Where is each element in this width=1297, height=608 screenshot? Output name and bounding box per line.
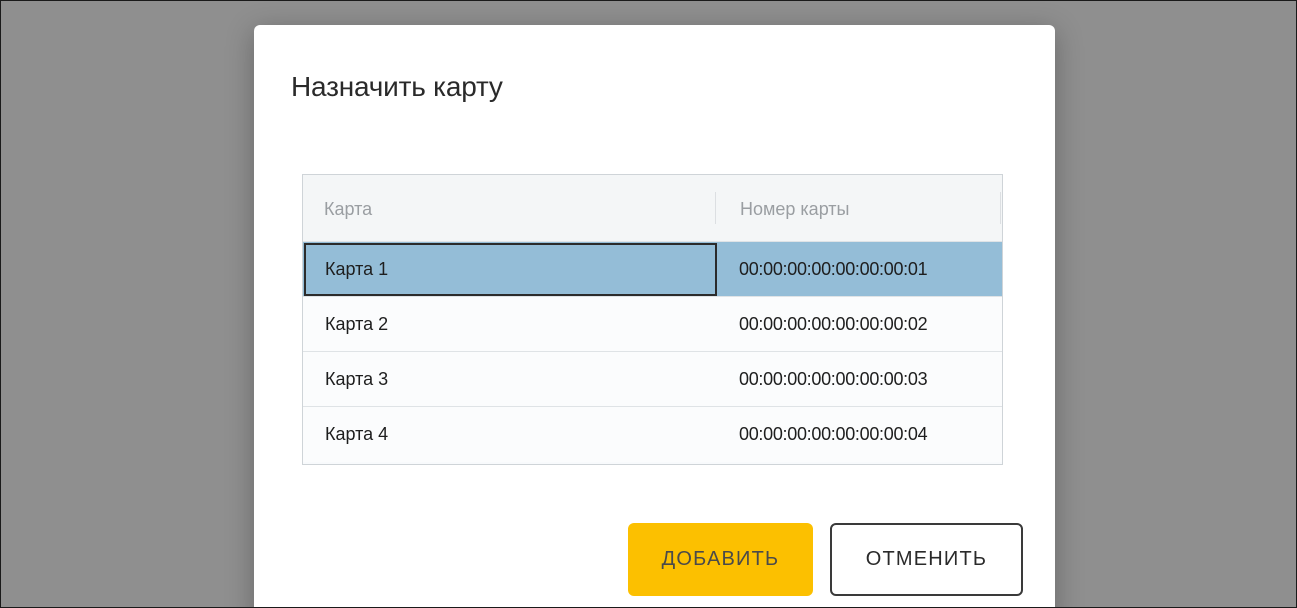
card-number-cell[interactable]: 00:00:00:00:00:00:00:01 xyxy=(739,242,928,297)
card-number-cell[interactable]: 00:00:00:00:00:00:00:04 xyxy=(739,407,928,462)
column-header-card-number[interactable]: Номер карты xyxy=(740,175,850,241)
card-number-cell[interactable]: 00:00:00:00:00:00:00:03 xyxy=(739,352,928,407)
column-separator[interactable] xyxy=(1000,192,1001,224)
card-name-cell[interactable]: Карта 3 xyxy=(325,352,388,407)
column-separator[interactable] xyxy=(715,192,716,224)
cards-table: Карта Номер карты Карта 1 00:00:00:00:00… xyxy=(302,174,1003,465)
card-number-cell[interactable]: 00:00:00:00:00:00:00:02 xyxy=(739,297,928,352)
dialog-title: Назначить карту xyxy=(291,71,503,102)
table-row[interactable]: Карта 4 00:00:00:00:00:00:00:04 xyxy=(303,407,1002,462)
column-header-card[interactable]: Карта xyxy=(324,175,372,241)
table-row[interactable]: Карта 1 00:00:00:00:00:00:00:01 xyxy=(303,242,1002,297)
card-name-cell[interactable]: Карта 4 xyxy=(325,407,388,462)
add-button[interactable]: ДОБАВИТЬ xyxy=(628,523,813,596)
modal-overlay: Назначить карту Карта Номер карты Карта … xyxy=(0,0,1297,608)
cancel-button[interactable]: ОТМЕНИТЬ xyxy=(830,523,1023,596)
card-name-cell[interactable]: Карта 2 xyxy=(325,297,388,352)
table-header: Карта Номер карты xyxy=(303,175,1002,242)
table-row[interactable]: Карта 2 00:00:00:00:00:00:00:02 xyxy=(303,297,1002,352)
assign-card-dialog: Назначить карту Карта Номер карты Карта … xyxy=(254,25,1055,607)
table-row[interactable]: Карта 3 00:00:00:00:00:00:00:03 xyxy=(303,352,1002,407)
card-name-cell[interactable]: Карта 1 xyxy=(325,242,388,297)
